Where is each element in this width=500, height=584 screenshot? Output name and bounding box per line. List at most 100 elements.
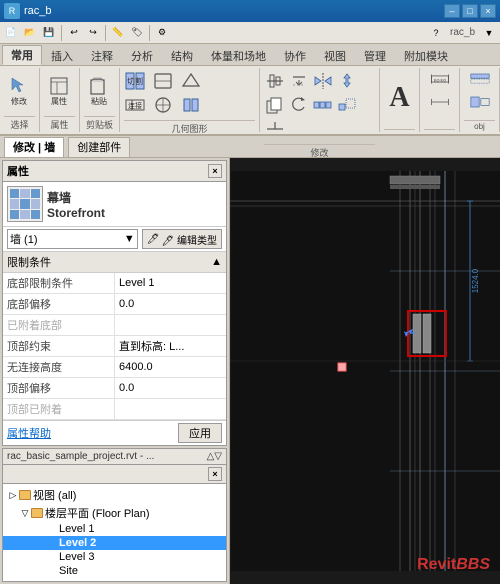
geometry-tool-1[interactable] xyxy=(152,70,174,92)
geometry-tool-4[interactable] xyxy=(180,94,202,116)
help-button[interactable]: ? xyxy=(427,24,445,42)
icon-cell-2 xyxy=(20,189,29,198)
redo-button[interactable]: ↪ xyxy=(84,24,102,42)
pb-label-4: Level 3 xyxy=(59,551,94,563)
pb-item-floor-plan[interactable]: ▽ 楼层平面 (Floor Plan) xyxy=(3,504,226,522)
tab-insert[interactable]: 插入 xyxy=(42,45,82,65)
prop-value-4[interactable]: 6400.0 xyxy=(115,357,227,378)
tab-analyze[interactable]: 分析 xyxy=(122,45,162,65)
paste-tool[interactable]: 粘贴 xyxy=(84,76,114,106)
scale-tool[interactable] xyxy=(336,94,358,116)
edit-type-button[interactable]: 🖊 🖊 编辑类型 xyxy=(142,229,222,249)
title-bar-left: R rac_b xyxy=(4,3,52,19)
toolbar-filename: rac_b xyxy=(446,27,479,38)
ribbon-tabs: 常用 插入 注释 分析 结构 体量和场地 协作 视图 管理 附加模块 xyxy=(0,44,500,66)
copy-tool[interactable] xyxy=(264,94,286,116)
icon-cell-5 xyxy=(20,199,29,208)
dims-tools: EQ EQ xyxy=(424,68,455,127)
svg-text:EQ EQ: EQ EQ xyxy=(433,78,445,82)
trim-tool[interactable] xyxy=(264,118,286,140)
align-tool[interactable] xyxy=(264,70,286,92)
collapse-icon[interactable]: ▲ xyxy=(211,256,222,268)
close-button[interactable]: × xyxy=(480,4,496,18)
pb-item-ceiling-plan[interactable]: ▷ 天花板平面 (Ceiling Plan) xyxy=(3,578,226,581)
text-tool[interactable]: A xyxy=(384,83,415,113)
open-button[interactable]: 📂 xyxy=(21,24,39,42)
tab-common[interactable]: 常用 xyxy=(2,45,42,65)
properties-close-button[interactable]: × xyxy=(208,164,222,178)
array-tool[interactable] xyxy=(312,94,334,116)
prop-label-3: 顶部约束 xyxy=(3,336,115,357)
properties-footer: 属性帮助 应用 xyxy=(3,420,226,445)
pb-item-level3[interactable]: Level 3 xyxy=(3,550,226,564)
maximize-button[interactable]: □ xyxy=(462,4,478,18)
prop-value-3[interactable]: 直到标高: L... xyxy=(115,336,227,357)
dim-tool-2[interactable] xyxy=(429,91,451,113)
context-tab-create-part[interactable]: 创建部件 xyxy=(68,137,130,157)
tab-annotate[interactable]: 注释 xyxy=(82,45,122,65)
project-filename-bar: rac_basic_sample_project.rvt - ... △▽ xyxy=(3,449,226,465)
properties-help-link[interactable]: 属性帮助 xyxy=(7,425,51,441)
edit-icon: 🖊 xyxy=(147,234,160,245)
toolbar-dropdown[interactable]: ▼ xyxy=(480,24,498,42)
toolbar-sep-1 xyxy=(61,25,62,41)
pb-item-views[interactable]: ▷ 视图 (all) xyxy=(3,486,226,504)
obj-tool-1[interactable] xyxy=(469,68,491,90)
tab-structure[interactable]: 结构 xyxy=(162,45,202,65)
canvas-area[interactable]: 1524.0 RevitBBS xyxy=(230,158,500,584)
measure-button[interactable]: 📏 xyxy=(109,24,127,42)
join-tool[interactable]: 连接 xyxy=(124,94,146,116)
dim-tool-1[interactable]: EQ EQ xyxy=(429,68,451,90)
rotate-tool[interactable] xyxy=(288,94,310,116)
prop-value-5[interactable]: 0.0 xyxy=(115,378,227,399)
prop-value-1[interactable]: 0.0 xyxy=(115,294,227,315)
title-bar: R rac_b – □ × xyxy=(0,0,500,22)
pb-folder-icon-1 xyxy=(31,508,43,518)
project-filename: rac_basic_sample_project.rvt - ... xyxy=(7,451,154,462)
new-button[interactable]: 📄 xyxy=(2,24,20,42)
context-tab-modify-wall[interactable]: 修改 | 墙 xyxy=(4,137,64,157)
instance-dropdown[interactable]: 墙 (1) ▼ xyxy=(7,229,138,249)
pb-item-level1[interactable]: Level 1 xyxy=(3,522,226,536)
apply-button[interactable]: 应用 xyxy=(178,423,222,443)
modify-tool[interactable]: 修改 xyxy=(4,76,34,106)
settings-button[interactable]: ⚙ xyxy=(153,24,171,42)
icon-cell-8 xyxy=(20,210,29,219)
context-bar: 修改 | 墙 创建部件 xyxy=(0,136,500,158)
mirror-tool[interactable] xyxy=(312,70,334,92)
undo-button[interactable]: ↩ xyxy=(65,24,83,42)
pb-item-level2[interactable]: Level 2 xyxy=(3,536,226,550)
pb-item-site[interactable]: Site xyxy=(3,564,226,578)
title-bar-controls[interactable]: – □ × xyxy=(444,4,496,18)
tab-collaborate[interactable]: 协作 xyxy=(275,45,315,65)
properties-tools: 属性 xyxy=(44,68,75,114)
pb-close-button[interactable]: × xyxy=(208,467,222,481)
project-browser-content[interactable]: ▷ 视图 (all) ▽ 楼层平面 (Floor Plan) Level 1 xyxy=(3,484,226,581)
prop-value-0[interactable]: Level 1 xyxy=(115,273,227,294)
paste-label: 粘贴 xyxy=(91,96,107,107)
tab-addins[interactable]: 附加模块 xyxy=(395,45,457,65)
offset-tool[interactable] xyxy=(288,70,310,92)
tab-manage[interactable]: 管理 xyxy=(355,45,395,65)
svg-text:切割: 切割 xyxy=(127,76,143,86)
properties-header: 属性 × xyxy=(3,161,226,182)
save-button[interactable]: 💾 xyxy=(40,24,58,42)
geometry-tool-2[interactable] xyxy=(152,94,174,116)
move-tool[interactable] xyxy=(336,70,358,92)
properties-tool[interactable]: 属性 xyxy=(44,76,74,106)
tab-massing[interactable]: 体量和场地 xyxy=(202,45,275,65)
pb-toggle-1[interactable]: ▽ xyxy=(19,508,31,519)
minimize-button[interactable]: – xyxy=(444,4,460,18)
geometry-tool-3[interactable] xyxy=(180,70,202,92)
obj-tool-2[interactable] xyxy=(469,91,491,113)
tag-button[interactable]: 🏷 xyxy=(128,24,146,42)
geometry-label: 几何图形 xyxy=(124,120,255,136)
pb-toggle-0[interactable]: ▷ xyxy=(7,490,19,501)
ribbon-group-geometry: 切割 连接 xyxy=(120,68,260,132)
select-label: 选择 xyxy=(4,116,35,132)
tab-view[interactable]: 视图 xyxy=(315,45,355,65)
select-tools: 修改 xyxy=(4,68,35,114)
pb-label-5: Site xyxy=(59,565,78,577)
cut-tool[interactable]: 切割 xyxy=(124,70,146,92)
clipboard-label: 剪贴板 xyxy=(84,116,115,132)
